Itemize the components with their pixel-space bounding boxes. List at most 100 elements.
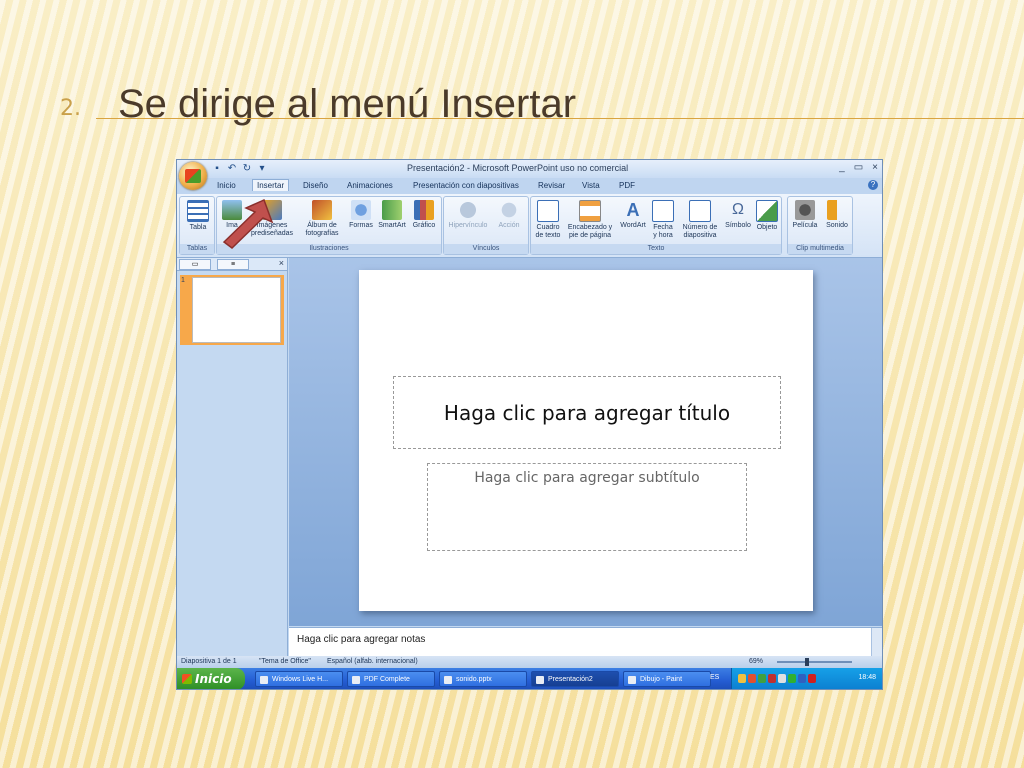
tab-vista[interactable]: Vista: [578, 180, 604, 191]
tray-icon-1[interactable]: [738, 674, 746, 683]
simbolo-button[interactable]: Ω Símbolo: [723, 200, 753, 230]
help-icon[interactable]: ?: [868, 180, 878, 190]
thumbnail-preview: [192, 277, 281, 343]
slide-number: 2.: [60, 96, 81, 121]
status-slide: Diapositiva 1 de 1: [181, 658, 237, 665]
slide-thumbnail[interactable]: 1: [180, 275, 284, 345]
close-button[interactable]: ×: [872, 162, 878, 173]
hipervinculo-button[interactable]: Hipervínculo: [446, 200, 490, 230]
maximize-button[interactable]: ▭: [854, 162, 863, 173]
quick-access-toolbar: ▪ ↶ ↻ ▾: [211, 163, 268, 175]
title-bar: ▪ ↶ ↻ ▾ Presentación2 - Microsoft PowerP…: [177, 160, 882, 178]
zoom-percent[interactable]: 69%: [749, 658, 763, 665]
group-label-texto: Texto: [531, 244, 781, 254]
omega-icon: Ω: [732, 201, 744, 218]
ribbon-tabs: Inicio Insertar Diseño Animaciones Prese…: [177, 178, 882, 194]
zoom-slider[interactable]: [777, 661, 852, 663]
tabla-button[interactable]: Tabla: [184, 200, 212, 232]
group-vinculos: Hipervínculo Acción Vínculos: [443, 196, 529, 255]
grafico-button[interactable]: Gráfico: [410, 200, 438, 230]
slide-editor: Haga clic para agregar título Haga clic …: [289, 258, 882, 626]
task-presentacion2[interactable]: Presentación2: [531, 671, 619, 687]
zoom-knob[interactable]: [805, 658, 809, 666]
office-logo-icon: [185, 169, 201, 183]
tab-presentacion[interactable]: Presentación con diapositivas: [409, 180, 523, 191]
sonido-button[interactable]: Sonido: [822, 200, 852, 230]
slide-title: Se dirige al menú Insertar: [118, 82, 577, 126]
notes-pane[interactable]: Haga clic para agregar notas: [289, 627, 882, 656]
language-indicator[interactable]: ES: [710, 674, 719, 681]
encabezado-button[interactable]: Encabezado y pie de página: [565, 200, 615, 240]
title-placeholder[interactable]: Haga clic para agregar título: [393, 376, 781, 449]
customize-icon[interactable]: ▾: [256, 163, 268, 175]
hyperlink-icon: [458, 200, 478, 220]
tab-animaciones[interactable]: Animaciones: [343, 180, 397, 191]
tray-icon-6[interactable]: [788, 674, 796, 683]
tray-icon-8[interactable]: [808, 674, 816, 683]
wordart-icon: A: [626, 200, 640, 220]
window-controls: _ ▭ ×: [839, 162, 878, 173]
group-texto: Cuadro de texto Encabezado y pie de pági…: [530, 196, 782, 255]
tab-diseno[interactable]: Diseño: [299, 180, 332, 191]
save-icon[interactable]: ▪: [211, 163, 223, 175]
ribbon: Tabla Tablas Ima Imágenes prediseñadas Á…: [177, 194, 882, 258]
wordart-button[interactable]: A WordArt: [617, 200, 649, 230]
status-theme: "Tema de Office": [259, 658, 311, 665]
formas-button[interactable]: Formas: [347, 200, 375, 230]
cuadro-texto-button[interactable]: Cuadro de texto: [533, 200, 563, 240]
tray-icon-2[interactable]: [748, 674, 756, 683]
accion-button[interactable]: Acción: [494, 200, 524, 230]
calendar-icon: [652, 200, 674, 222]
task-sonido[interactable]: sonido.pptx: [439, 671, 527, 687]
task-pdf-complete[interactable]: PDF Complete: [347, 671, 435, 687]
task-windows-live[interactable]: Windows Live H...: [255, 671, 343, 687]
undo-icon[interactable]: ↶: [226, 163, 238, 175]
tab-revisar[interactable]: Revisar: [534, 180, 569, 191]
clock: 18:48: [858, 674, 876, 681]
office-button[interactable]: [179, 162, 207, 190]
group-clip: Película Sonido Clip multimedia: [787, 196, 853, 255]
slide-canvas[interactable]: Haga clic para agregar título Haga clic …: [359, 270, 813, 611]
tab-inicio[interactable]: Inicio: [213, 180, 240, 191]
pointer-arrow-icon: [222, 198, 274, 249]
task-paint[interactable]: Dibujo - Paint: [623, 671, 711, 687]
film-icon: [795, 200, 815, 220]
pane-tabs: ▭ ≡ ×: [177, 258, 287, 271]
pane-close-icon[interactable]: ×: [279, 258, 284, 268]
fecha-hora-button[interactable]: Fecha y hora: [650, 200, 676, 240]
windows-taskbar: Inicio Windows Live H... PDF Complete so…: [177, 668, 882, 689]
speaker-icon: [827, 200, 847, 220]
textbox-icon: [537, 200, 559, 222]
smartart-button[interactable]: SmartArt: [376, 200, 408, 230]
album-button[interactable]: Álbum de fotografías: [299, 200, 345, 238]
tray-icon-3[interactable]: [758, 674, 766, 683]
slide-number-icon: [689, 200, 711, 222]
shapes-icon: [351, 200, 371, 220]
action-icon: [499, 200, 519, 220]
status-bar: Diapositiva 1 de 1 "Tema de Office" Espa…: [177, 656, 882, 668]
notes-scrollbar[interactable]: [871, 628, 882, 656]
group-label-vinculos: Vínculos: [444, 244, 528, 254]
redo-icon[interactable]: ↻: [241, 163, 253, 175]
tab-slides[interactable]: ▭: [179, 259, 211, 270]
tab-insertar[interactable]: Insertar: [252, 179, 290, 191]
tray-icons: [738, 674, 816, 683]
tray-icon-7[interactable]: [798, 674, 806, 683]
notes-placeholder[interactable]: Haga clic para agregar notas: [297, 634, 425, 645]
tray-icon-4[interactable]: [768, 674, 776, 683]
start-button[interactable]: Inicio: [177, 668, 245, 689]
subtitle-placeholder[interactable]: Haga clic para agregar subtítulo: [427, 463, 747, 551]
status-language[interactable]: Español (alfab. internacional): [327, 658, 418, 665]
tab-pdf[interactable]: PDF: [615, 180, 639, 191]
group-label-clip: Clip multimedia: [788, 244, 852, 254]
tray-icon-5[interactable]: [778, 674, 786, 683]
group-label-tablas: Tablas: [180, 244, 214, 254]
objeto-button[interactable]: Objeto: [753, 200, 781, 232]
minimize-button[interactable]: _: [839, 162, 845, 173]
powerpoint-screenshot: ▪ ↶ ↻ ▾ Presentación2 - Microsoft PowerP…: [176, 159, 883, 690]
chart-icon: [414, 200, 434, 220]
pelicula-button[interactable]: Película: [790, 200, 820, 230]
tab-outline[interactable]: ≡: [217, 259, 249, 270]
numero-diapositiva-button[interactable]: Número de diapositiva: [678, 200, 722, 240]
system-tray: ES 18:48: [710, 668, 882, 689]
